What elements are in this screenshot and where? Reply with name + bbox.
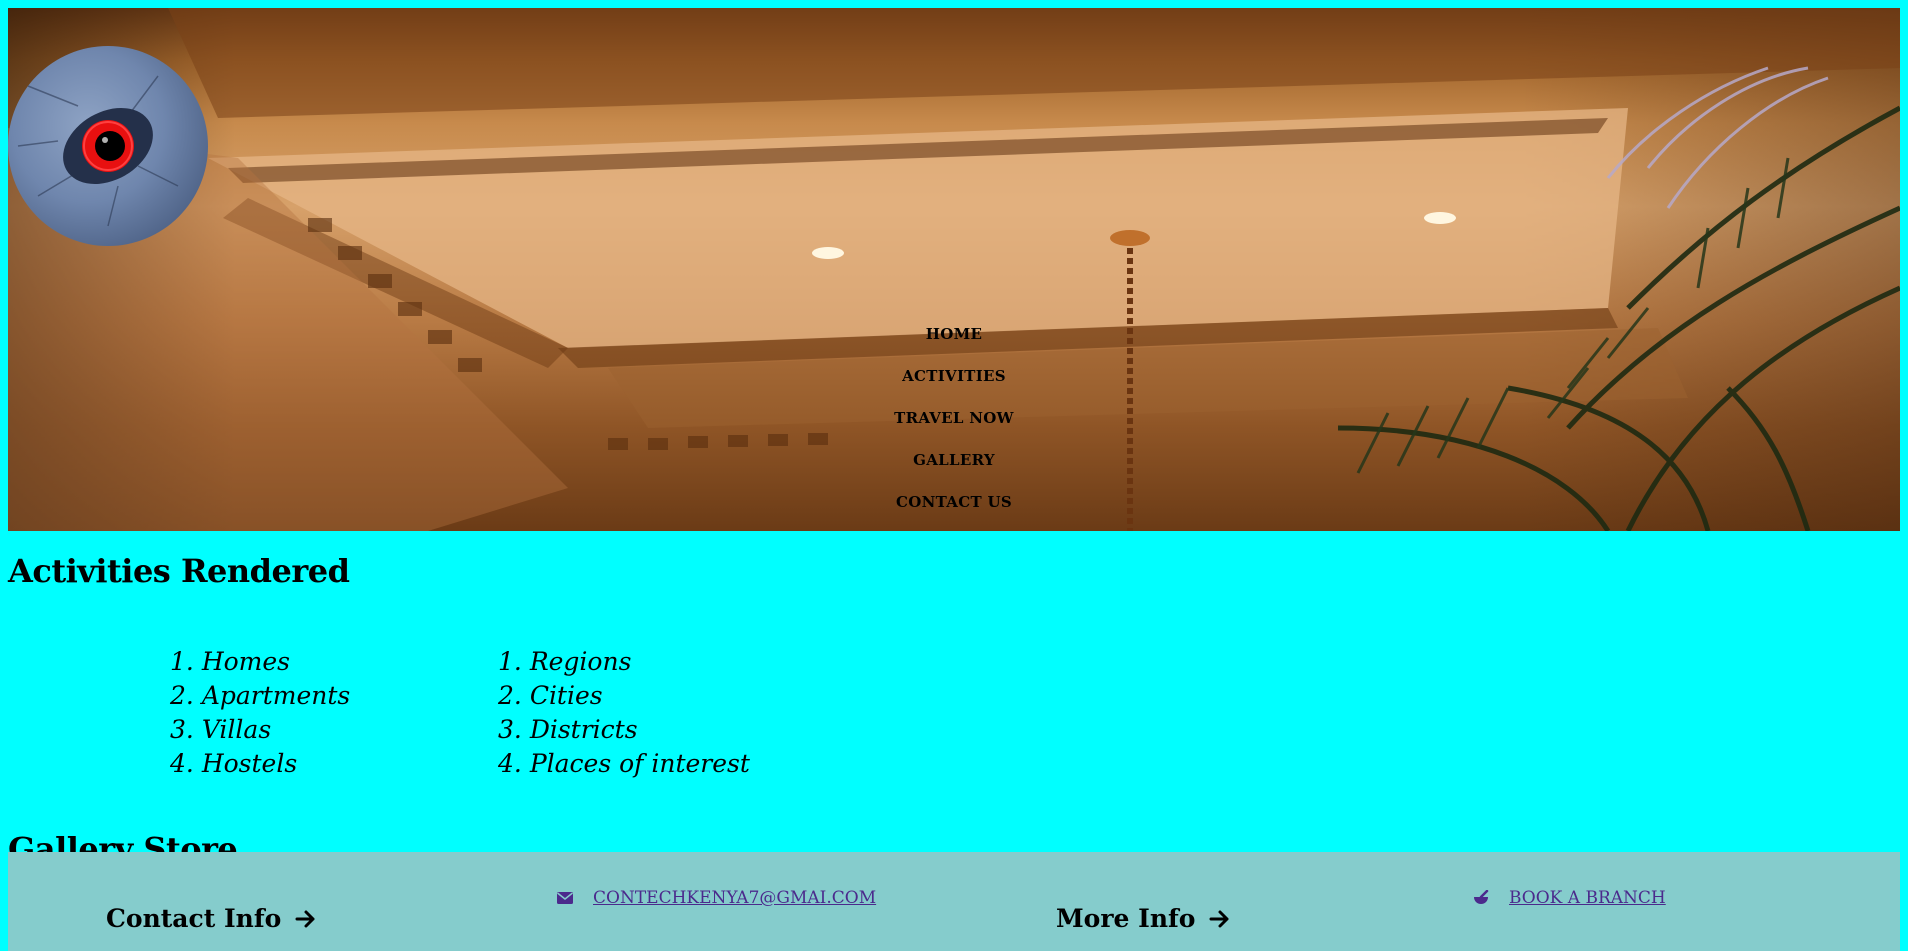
list-item: 1. Homes [170, 647, 290, 676]
activities-heading: Activities Rendered [8, 552, 350, 590]
list-item: 2. Apartments [170, 681, 351, 710]
contact-info-label: Contact Info [106, 904, 282, 933]
mortar-pestle-icon [1474, 890, 1489, 904]
arrow-right-icon [295, 910, 315, 927]
arrow-right-icon [1209, 910, 1229, 927]
nav-contact-us[interactable]: CONTACT US [896, 486, 1012, 528]
book-branch-link[interactable]: BOOK A BRANCH [1509, 888, 1666, 908]
nav-home[interactable]: HOME [926, 318, 982, 360]
nav-travel-now[interactable]: TRAVEL NOW [894, 402, 1014, 444]
list-item: 2. Cities [498, 681, 603, 710]
list-item: 3. Villas [170, 715, 272, 744]
site-logo[interactable] [8, 46, 208, 246]
email-link[interactable]: CONTECHKENYA7@GMAI.COM [593, 888, 876, 908]
location-list: 1. Regions 2. Cities 3. Districts 4. Pla… [498, 645, 750, 781]
email-link-row: CONTECHKENYA7@GMAI.COM [557, 888, 876, 908]
bird-eye-logo [17, 75, 179, 227]
book-branch-row: BOOK A BRANCH [1473, 888, 1666, 908]
property-list: 1. Homes 2. Apartments 3. Villas 4. Host… [170, 645, 350, 781]
contact-info-heading: Contact Info [106, 904, 317, 933]
envelope-icon [557, 892, 573, 904]
list-item: 1. Regions [498, 647, 632, 676]
nav-gallery[interactable]: GALLERY [913, 444, 995, 486]
main-nav: HOME ACTIVITIES TRAVEL NOW GALLERY CONTA… [8, 318, 1900, 528]
nav-activities[interactable]: ACTIVITIES [902, 360, 1006, 402]
list-item: 4. Hostels [170, 749, 298, 778]
footer: Contact Info CONTECHKENYA7@GMAI.COM More… [8, 852, 1900, 951]
list-item: 4. Places of interest [498, 749, 750, 778]
more-info-label: More Info [1056, 904, 1196, 933]
list-item: 3. Districts [498, 715, 638, 744]
more-info-heading: More Info [1056, 904, 1231, 933]
hero-banner: HOME ACTIVITIES TRAVEL NOW GALLERY CONTA… [8, 8, 1900, 531]
